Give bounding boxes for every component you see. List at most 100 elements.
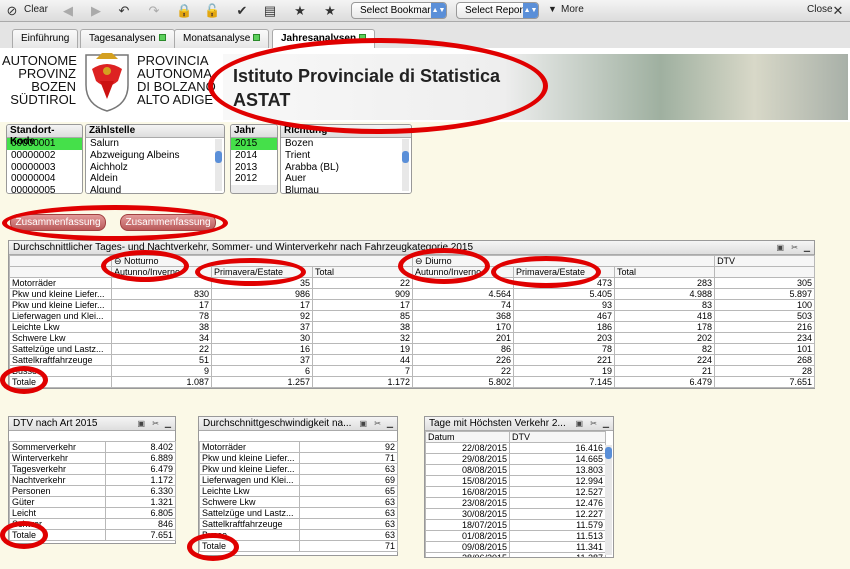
row-label-cell[interactable]: Pkw und kleine Liefer... — [199, 452, 300, 464]
row-label-cell[interactable]: Pkw und kleine Liefer... — [199, 463, 300, 475]
undo-icon[interactable]: ↶ — [116, 3, 132, 19]
row-label-cell[interactable]: Sattelzüge und Lastz... — [199, 507, 300, 519]
list-item[interactable]: Aldein — [86, 173, 224, 186]
print-icon[interactable]: ▣ — [137, 419, 145, 428]
row-label-cell[interactable]: Leicht — [9, 507, 106, 519]
row-label-cell[interactable]: 08/08/2015 — [425, 464, 510, 476]
row-label-cell[interactable]: 22/08/2015 — [425, 442, 510, 454]
group-header[interactable]: ⊖ Notturno — [110, 255, 414, 267]
row-label-cell[interactable]: 18/07/2015 — [425, 519, 510, 531]
scrollbar[interactable] — [215, 139, 222, 191]
row-label-cell[interactable]: Sattelzüge und Lastz... — [9, 343, 112, 355]
row-label-cell[interactable]: Winterverkehr — [9, 452, 106, 464]
list-item[interactable]: Salurn — [86, 138, 224, 150]
row-label-cell[interactable]: Sommerverkehr — [9, 441, 106, 453]
export-icon[interactable]: ✂ — [590, 419, 597, 428]
row-label-cell[interactable]: Leichte Lkw — [199, 485, 300, 497]
list-item[interactable]: 2015 — [231, 138, 277, 150]
row-label-cell[interactable]: Pkw und kleine Liefer... — [9, 288, 112, 300]
listbox-standort-kode[interactable]: Standort-Kode 00000001 00000002 00000003… — [6, 124, 83, 194]
list-item[interactable]: 00000001 — [7, 138, 82, 150]
row-label-cell[interactable]: 15/08/2015 — [425, 475, 510, 487]
group-header[interactable]: ⊖ Diurno — [412, 255, 716, 267]
print-icon[interactable]: ▣ — [575, 419, 583, 428]
row-label-cell[interactable]: Motorräder — [199, 441, 300, 453]
list-item[interactable]: Arabba (BL) — [281, 161, 411, 174]
row-label-cell[interactable]: 30/08/2015 — [425, 508, 510, 520]
back-icon[interactable]: ◀ — [60, 3, 76, 19]
row-label-cell[interactable]: 28/06/2015 — [425, 552, 510, 557]
row-label-cell[interactable]: Schwere Lkw — [9, 332, 112, 344]
row-label-cell[interactable]: Busse — [199, 529, 300, 541]
scrollbar-thumb[interactable] — [402, 151, 409, 163]
scrollbar-thumb[interactable] — [605, 447, 612, 459]
list-item[interactable]: 00000002 — [7, 149, 82, 162]
list-item[interactable]: 00000003 — [7, 161, 82, 174]
scrollbar[interactable] — [402, 139, 409, 191]
list-item[interactable]: Bozen — [281, 138, 411, 150]
tab-monatsanalyse[interactable]: Monatsanalyse — [174, 29, 270, 48]
print-icon[interactable]: ▣ — [776, 243, 784, 252]
list-item[interactable]: 2012 — [231, 173, 277, 186]
select-report-dropdown[interactable]: Select Report ▲▼ — [456, 2, 539, 19]
check-icon[interactable]: ✔ — [234, 3, 250, 19]
minimize-icon[interactable]: ▁ — [804, 243, 810, 252]
chart-icon[interactable]: ▤ — [262, 3, 278, 19]
minimize-icon[interactable]: ▁ — [603, 419, 609, 428]
tab-jahresanalysen[interactable]: Jahresanalysen — [272, 29, 376, 49]
scrollbar[interactable] — [605, 445, 612, 555]
list-item[interactable]: Auer — [281, 173, 411, 186]
row-label-cell[interactable]: Schwere Lkw — [199, 496, 300, 508]
list-item[interactable]: 00000004 — [7, 173, 82, 186]
summary-button-2[interactable]: Zusammenfassung — [120, 214, 216, 231]
row-label-cell[interactable]: Lieferwagen und Klei... — [199, 474, 300, 486]
row-label-cell[interactable]: Totale — [9, 529, 106, 541]
lock-icon[interactable]: 🔒 — [176, 3, 192, 19]
bookmark-icon[interactable]: ★ — [322, 3, 338, 19]
summary-button-1[interactable]: Zusammenfassung — [10, 214, 106, 231]
more-button[interactable]: More — [561, 4, 584, 15]
select-bookmark-dropdown[interactable]: Select Bookmark ▲▼ — [351, 2, 447, 19]
row-label-cell[interactable]: Leichte Lkw — [9, 321, 112, 333]
clear-icon[interactable]: ⊘ — [4, 3, 20, 19]
row-label-cell[interactable]: Personen — [9, 485, 106, 497]
row-label-cell[interactable]: 01/08/2015 — [425, 530, 510, 542]
list-item[interactable]: Abzweigung Albeins — [86, 149, 224, 162]
row-label-cell[interactable]: Sattelkraftfahrzeuge — [9, 354, 112, 366]
close-icon[interactable]: ✕ — [830, 3, 846, 19]
row-label-cell[interactable]: 29/08/2015 — [425, 453, 510, 465]
clear-button[interactable]: Clear — [24, 4, 48, 15]
add-bookmark-icon[interactable]: ★ — [292, 3, 308, 19]
list-item[interactable]: Algund — [86, 185, 224, 193]
listbox-zaehlstelle[interactable]: Zählstelle Salurn Abzweigung Albeins Aic… — [85, 124, 225, 194]
redo-icon[interactable]: ↷ — [146, 3, 162, 19]
scrollbar-thumb[interactable] — [215, 151, 222, 163]
list-item[interactable]: Blumau — [281, 185, 411, 193]
row-label-cell[interactable]: Sattelkraftfahrzeuge — [199, 518, 300, 530]
tab-tagesanalysen[interactable]: Tagesanalysen — [80, 29, 175, 48]
minimize-icon[interactable]: ▁ — [165, 419, 171, 428]
forward-icon[interactable]: ▶ — [88, 3, 104, 19]
export-icon[interactable]: ✂ — [374, 419, 381, 428]
row-label-cell[interactable]: Lieferwagen und Klei... — [9, 310, 112, 322]
export-icon[interactable]: ✂ — [791, 243, 798, 252]
tab-einfuehrung[interactable]: Einführung — [12, 29, 79, 48]
row-label-cell[interactable]: 09/08/2015 — [425, 541, 510, 553]
list-item[interactable]: 00000005 — [7, 185, 82, 193]
row-label-cell[interactable]: 23/08/2015 — [425, 497, 510, 509]
print-icon[interactable]: ▣ — [359, 419, 367, 428]
row-label-cell[interactable]: Schwer — [9, 518, 106, 530]
row-label-cell[interactable]: Güter — [9, 496, 106, 508]
row-label-cell[interactable]: Totale — [199, 540, 300, 552]
row-label-cell[interactable]: Busse — [9, 365, 112, 377]
export-icon[interactable]: ✂ — [152, 419, 159, 428]
row-label-cell[interactable]: Pkw und kleine Liefer... — [9, 299, 112, 311]
row-label-cell[interactable]: Tagesverkehr — [9, 463, 106, 475]
row-label-cell[interactable]: 16/08/2015 — [425, 486, 510, 498]
minimize-icon[interactable]: ▁ — [387, 419, 393, 428]
row-label-cell[interactable]: Motorräder — [9, 277, 112, 289]
listbox-richtung[interactable]: Richtung Bozen Trient Arabba (BL) Auer B… — [280, 124, 412, 194]
more-arrow-icon[interactable]: ▼ — [548, 4, 557, 14]
close-button[interactable]: Close — [807, 4, 833, 15]
list-item[interactable]: Aichholz — [86, 161, 224, 174]
